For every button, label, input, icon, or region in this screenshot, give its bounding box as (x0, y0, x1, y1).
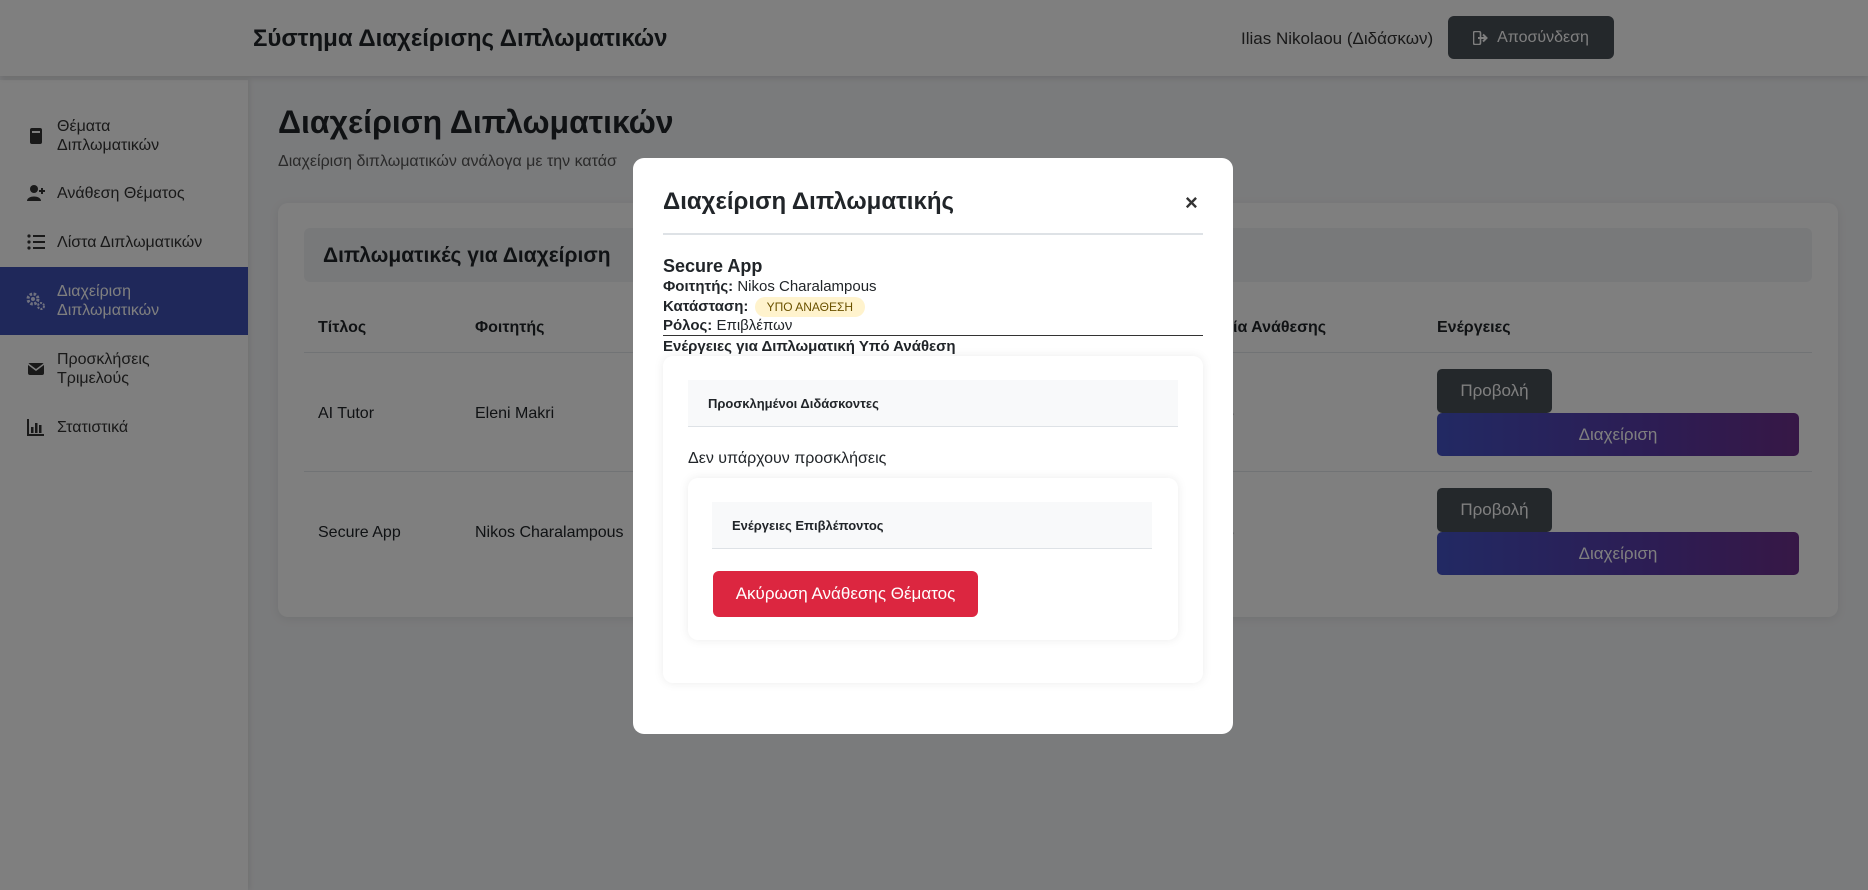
actions-card: Προσκλημένοι Διδάσκοντες Δεν υπάρχουν πρ… (663, 356, 1203, 683)
divider (663, 335, 1203, 336)
invited-header: Προσκλημένοι Διδάσκοντες (688, 380, 1178, 427)
role-label: Ρόλος: (663, 317, 713, 334)
no-invitations-text: Δεν υπάρχουν προσκλήσεις (688, 450, 887, 467)
supervisor-heading: Ενέργειες Επιβλέποντος (732, 518, 884, 533)
actions-heading: Ενέργειες για Διπλωματική Υπό Ανάθεση (663, 338, 956, 355)
status-line: Κατάσταση: ΥΠΟ ΑΝΑΘΕΣΗ (663, 297, 866, 317)
thesis-title: Secure App (663, 256, 763, 276)
role-line: Ρόλος: Επιβλέπων (663, 317, 792, 334)
modal-title: Διαχείριση Διπλωματικής (663, 188, 954, 215)
student-label: Φοιτητής: (663, 278, 734, 295)
student-value: Nikos Charalampous (737, 278, 877, 295)
status-badge: ΥΠΟ ΑΝΑΘΕΣΗ (754, 297, 866, 317)
close-icon[interactable]: × (1185, 190, 1198, 216)
invited-heading: Προσκλημένοι Διδάσκοντες (708, 396, 879, 411)
supervisor-actions-card: Ενέργειες Επιβλέποντος Ακύρωση Ανάθεσης … (688, 478, 1178, 640)
cancel-assignment-button[interactable]: Ακύρωση Ανάθεσης Θέματος (713, 571, 978, 617)
manage-thesis-modal: Διαχείριση Διπλωματικής × Secure App Φοι… (633, 158, 1233, 734)
role-value: Επιβλέπων (716, 317, 793, 334)
status-label: Κατάσταση: (663, 298, 749, 315)
supervisor-header: Ενέργειες Επιβλέποντος (712, 502, 1152, 549)
student-line: Φοιτητής: Nikos Charalampous (663, 278, 877, 295)
divider (663, 233, 1203, 235)
